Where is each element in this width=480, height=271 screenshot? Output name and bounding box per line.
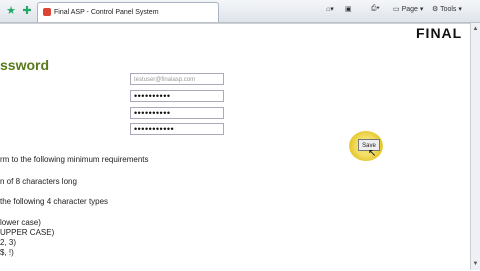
requirement-symbols: $, !) (0, 248, 14, 257)
requirement-lowercase: lower case) (0, 218, 41, 227)
scroll-down-icon[interactable]: ▼ (472, 260, 479, 268)
feeds-icon[interactable]: ▣ (345, 5, 352, 13)
page-content (0, 23, 470, 271)
tools-menu[interactable]: ⚙ Tools ▾ (432, 5, 462, 13)
requirements-intro: rm to the following minimum requirements (0, 155, 149, 164)
page-heading: ssword (0, 57, 50, 73)
site-favicon-icon (43, 8, 51, 17)
browser-toolbar: ★ ✚ Final ASP - Control Panel System ⌂▾ … (0, 0, 480, 23)
brand-logo: FINAL (416, 25, 463, 41)
tools-menu-label: Tools (440, 6, 457, 13)
favorites-star-icon[interactable]: ★ (4, 4, 18, 18)
page-menu[interactable]: ▭ Page ▾ (393, 5, 423, 13)
new-password-field[interactable]: •••••••••• (130, 107, 224, 119)
requirement-types: the following 4 character types (0, 197, 109, 206)
requirement-uppercase: UPPER CASE) (0, 228, 55, 237)
email-field[interactable]: testuser@finalasp.com (130, 73, 224, 85)
print-icon[interactable]: ⎙▾ (371, 5, 380, 13)
confirm-password-field[interactable]: ••••••••••• (130, 123, 224, 135)
requirement-digits: 2, 3) (0, 238, 17, 247)
mouse-cursor-icon: ↖ (368, 148, 377, 159)
browser-tab[interactable]: Final ASP - Control Panel System (37, 2, 219, 22)
scroll-up-icon[interactable]: ▲ (472, 25, 479, 33)
home-icon[interactable]: ⌂▾ (326, 5, 334, 13)
requirement-length: n of 8 characters long (0, 177, 77, 186)
page-menu-label: Page (401, 6, 418, 13)
tab-title: Final ASP - Control Panel System (54, 9, 159, 16)
vertical-scrollbar[interactable]: ▲ ▼ (470, 23, 480, 270)
add-favorites-icon[interactable]: ✚ (20, 4, 34, 18)
current-password-field[interactable]: •••••••••• (130, 90, 224, 102)
